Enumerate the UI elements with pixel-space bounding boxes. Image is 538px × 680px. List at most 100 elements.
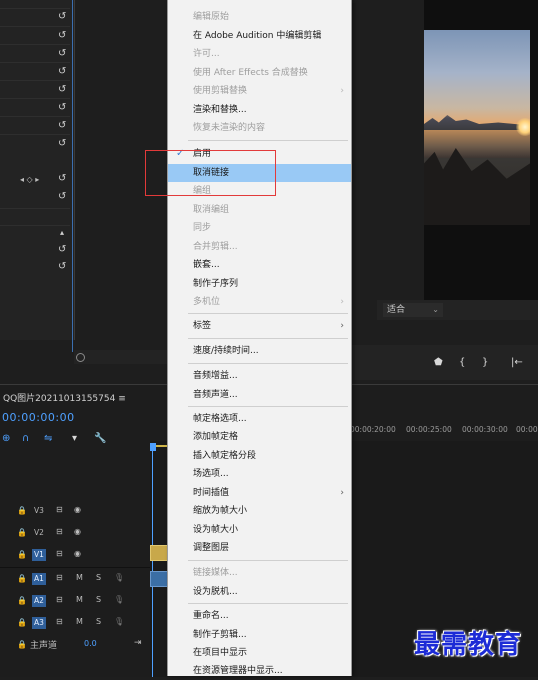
track-name[interactable]: A1 bbox=[32, 573, 46, 585]
master-volume-value[interactable]: 0.0 bbox=[84, 639, 97, 648]
reset-icon[interactable]: ↺ bbox=[58, 103, 68, 113]
collapse-icon[interactable]: ▴ bbox=[60, 228, 64, 237]
reset-icon[interactable]: ↺ bbox=[58, 12, 68, 22]
divider bbox=[0, 62, 70, 63]
solo-button[interactable]: S bbox=[96, 573, 101, 582]
menu-item-link-media[interactable]: 链接媒体... bbox=[168, 564, 351, 582]
linked-selection-icon[interactable]: ⇋ bbox=[44, 433, 52, 444]
video-audio-divider[interactable] bbox=[0, 567, 150, 568]
sync-lock-icon[interactable]: ⊟ bbox=[56, 573, 63, 582]
menu-item-reveal-in-project[interactable]: 在项目中显示 bbox=[168, 644, 351, 662]
menu-item-field-options[interactable]: 场选项... bbox=[168, 465, 351, 483]
menu-item-ungroup[interactable]: 取消编组 bbox=[168, 201, 351, 219]
lock-icon[interactable]: 🔒 bbox=[17, 550, 27, 559]
track-name[interactable]: V3 bbox=[32, 505, 46, 517]
reset-icon[interactable]: ↺ bbox=[58, 245, 68, 255]
menu-item-make-subsequence[interactable]: 制作子序列 bbox=[168, 275, 351, 293]
program-monitor bbox=[424, 0, 538, 300]
microphone-icon[interactable]: 🎙 bbox=[114, 617, 124, 626]
menu-item-scale-to-frame-size[interactable]: 缩放为帧大小 bbox=[168, 502, 351, 520]
track-name[interactable]: A2 bbox=[32, 595, 46, 607]
sync-lock-icon[interactable]: ⊟ bbox=[56, 527, 63, 536]
reset-icon[interactable]: ↺ bbox=[58, 49, 68, 59]
solo-button[interactable]: S bbox=[96, 617, 101, 626]
ruler-tick: 00:00:25:00 bbox=[406, 425, 452, 434]
menu-item-label[interactable]: 标签 › bbox=[168, 317, 351, 335]
reset-icon[interactable]: ↺ bbox=[58, 139, 68, 149]
keyframe-navigator[interactable]: ◂ ◇ ▸ bbox=[20, 175, 39, 184]
scroll-handle[interactable] bbox=[76, 353, 85, 362]
timecode-display[interactable]: 00:00:00:00 bbox=[2, 411, 75, 424]
submenu-arrow-icon: › bbox=[340, 297, 344, 307]
go-to-in-icon[interactable]: |← bbox=[511, 357, 523, 368]
sync-lock-icon[interactable]: ⊟ bbox=[56, 505, 63, 514]
menu-item-audio-gain[interactable]: 音频增益... bbox=[168, 367, 351, 385]
menu-item-merge-clips[interactable]: 合并剪辑... bbox=[168, 238, 351, 256]
menu-item-audio-channels[interactable]: 音频声道... bbox=[168, 386, 351, 404]
microphone-icon[interactable]: 🎙 bbox=[114, 595, 124, 604]
reset-icon[interactable]: ↺ bbox=[58, 31, 68, 41]
menu-item-adjustment-layer[interactable]: 调整图层 bbox=[168, 539, 351, 557]
reset-icon[interactable]: ↺ bbox=[58, 174, 68, 184]
eye-icon[interactable]: ◉ bbox=[74, 549, 81, 558]
insert-sequence-icon[interactable]: ⊕ bbox=[2, 433, 10, 444]
menu-item-edit-in-audition[interactable]: 在 Adobe Audition 中编辑剪辑 bbox=[168, 27, 351, 45]
fit-dropdown[interactable]: 适合 ⌄ bbox=[383, 303, 443, 317]
menu-separator bbox=[188, 363, 348, 364]
sync-lock-icon[interactable]: ⊟ bbox=[56, 595, 63, 604]
lock-icon[interactable]: 🔒 bbox=[17, 640, 27, 649]
menu-item-synchronize[interactable]: 同步 bbox=[168, 219, 351, 237]
menu-item-replace-with-after-effects[interactable]: 使用 After Effects 合成替换 bbox=[168, 64, 351, 82]
reset-icon[interactable]: ↺ bbox=[58, 262, 68, 272]
sequence-tab[interactable]: QQ图片20211013155754 ≡ bbox=[3, 391, 126, 404]
menu-item-set-to-frame-size[interactable]: 设为帧大小 bbox=[168, 521, 351, 539]
menu-item-frame-hold-options[interactable]: 帧定格选项... bbox=[168, 410, 351, 428]
menu-item-speed-duration[interactable]: 速度/持续时间... bbox=[168, 342, 351, 360]
track-header-master: 🔒 主声道 0.0 ⇥ bbox=[0, 635, 150, 655]
solo-button[interactable]: S bbox=[96, 595, 101, 604]
menu-item-replace-with-clip[interactable]: 使用剪辑替换 › bbox=[168, 82, 351, 100]
lock-icon[interactable]: 🔒 bbox=[17, 618, 27, 627]
sync-lock-icon[interactable]: ⊟ bbox=[56, 617, 63, 626]
mark-in-icon[interactable]: { bbox=[459, 357, 465, 368]
menu-item-make-offline[interactable]: 设为脱机... bbox=[168, 583, 351, 601]
wrench-icon[interactable]: 🔧 bbox=[94, 433, 106, 444]
reset-icon[interactable]: ↺ bbox=[58, 192, 68, 202]
mute-button[interactable]: M bbox=[76, 617, 83, 626]
add-marker-icon[interactable]: ⬟ bbox=[434, 357, 443, 368]
reset-icon[interactable]: ↺ bbox=[58, 121, 68, 131]
menu-item-insert-frame-hold-segment[interactable]: 插入帧定格分段 bbox=[168, 447, 351, 465]
go-to-end-icon[interactable]: ⇥ bbox=[134, 638, 142, 648]
track-name[interactable]: A3 bbox=[32, 617, 46, 629]
mute-button[interactable]: M bbox=[76, 595, 83, 604]
lock-icon[interactable]: 🔒 bbox=[17, 596, 27, 605]
sync-lock-icon[interactable]: ⊟ bbox=[56, 549, 63, 558]
menu-item-nest[interactable]: 嵌套... bbox=[168, 256, 351, 274]
reset-icon[interactable]: ↺ bbox=[58, 85, 68, 95]
lock-icon[interactable]: 🔒 bbox=[17, 506, 27, 515]
menu-item-reveal-in-explorer[interactable]: 在资源管理器中显示... bbox=[168, 662, 351, 680]
reset-icon[interactable]: ↺ bbox=[58, 67, 68, 77]
menu-item-add-frame-hold[interactable]: 添加帧定格 bbox=[168, 428, 351, 446]
menu-item-time-interpolation[interactable]: 时间插值 › bbox=[168, 484, 351, 502]
menu-item-make-subclip[interactable]: 制作子剪辑... bbox=[168, 626, 351, 644]
mute-button[interactable]: M bbox=[76, 573, 83, 582]
menu-item-multi-camera[interactable]: 多机位 › bbox=[168, 293, 351, 311]
microphone-icon[interactable]: 🎙 bbox=[114, 573, 124, 582]
menu-item-restore-unrendered[interactable]: 恢复未渲染的内容 bbox=[168, 119, 351, 137]
mark-out-icon[interactable]: } bbox=[482, 357, 488, 368]
menu-item-license[interactable]: 许可... bbox=[168, 45, 351, 63]
panel-menu-icon[interactable]: ≡ bbox=[118, 394, 126, 404]
track-name[interactable]: V2 bbox=[32, 527, 46, 539]
lock-icon[interactable]: 🔒 bbox=[17, 528, 27, 537]
eye-icon[interactable]: ◉ bbox=[74, 527, 81, 536]
track-name[interactable]: V1 bbox=[32, 549, 46, 561]
menu-item-render-and-replace[interactable]: 渲染和替换... bbox=[168, 101, 351, 119]
eye-icon[interactable]: ◉ bbox=[74, 505, 81, 514]
menu-item-edit-original[interactable]: 编辑原始 bbox=[168, 8, 351, 26]
playhead[interactable] bbox=[150, 443, 156, 451]
menu-item-rename[interactable]: 重命名... bbox=[168, 607, 351, 625]
add-marker-icon[interactable]: ▾ bbox=[72, 433, 77, 444]
snap-icon[interactable]: ∩ bbox=[22, 433, 29, 444]
lock-icon[interactable]: 🔒 bbox=[17, 574, 27, 583]
